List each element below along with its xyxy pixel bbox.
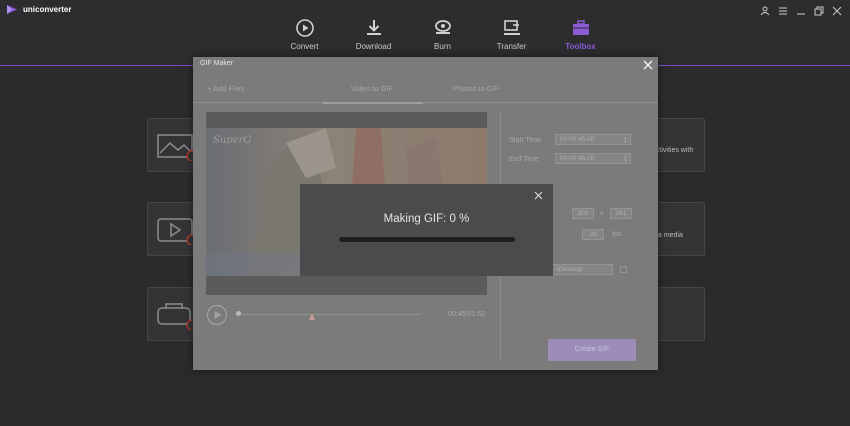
nav-convert-label: Convert [290, 42, 319, 51]
nav-transfer[interactable]: Transfer [477, 17, 546, 51]
fps-unit: fps [612, 231, 622, 238]
nav-toolbox[interactable]: Toolbox [546, 17, 615, 51]
app-name: uniconverter [23, 5, 72, 14]
download-icon [366, 20, 381, 35]
play-icon[interactable] [206, 304, 228, 326]
size-separator: x [600, 210, 604, 217]
card-text-right-mid: a media [658, 232, 683, 239]
nav-burn-label: Burn [434, 42, 451, 51]
nav-download[interactable]: Download [339, 17, 408, 51]
progress-close-icon[interactable] [534, 191, 543, 200]
video-icon [157, 218, 196, 245]
progress-bar [339, 237, 515, 242]
start-time-stepper-icon[interactable]: ▲ ▼ [623, 136, 628, 145]
vr-headset-icon [157, 303, 196, 330]
playback-controls: 00:45/01:52 [206, 303, 487, 327]
convert-icon [295, 19, 314, 37]
progress-modal: Making GIF: 0 % [300, 184, 553, 276]
nav-transfer-label: Transfer [496, 42, 527, 51]
end-time-label: End Time [509, 156, 539, 163]
end-time-value: 00:00:46.00 [560, 155, 595, 162]
dialog-title: GIF Maker [200, 60, 234, 67]
video-timecode: 00:45/01:52 [448, 311, 485, 318]
create-gif-button[interactable]: Create GIF [548, 339, 636, 361]
burn-icon [434, 20, 451, 34]
nav-toolbox-label: Toolbox [565, 42, 596, 51]
gif-height-value: 281 [615, 210, 627, 217]
start-time-label: Start Time [509, 137, 541, 144]
window-controls [760, 3, 842, 16]
seek-handle[interactable] [235, 311, 241, 316]
frame-rate-value: 29 [589, 231, 597, 238]
progress-title: Making GIF: 0 % [383, 213, 470, 225]
folder-icon[interactable] [620, 266, 627, 273]
output-path-field[interactable]: ~\Desktop [548, 264, 613, 275]
restore-icon[interactable] [814, 3, 824, 16]
toolbox-icon [572, 20, 589, 35]
minimize-icon[interactable] [796, 3, 806, 15]
active-tab-indicator [323, 102, 423, 104]
gif-height-input[interactable]: 281 [610, 208, 632, 219]
nav-download-label: Download [355, 42, 392, 51]
frame-rate-input[interactable]: 29 [582, 229, 604, 240]
end-time-input[interactable]: 00:00:46.00 ▲ ▼ [555, 153, 631, 164]
end-time-stepper-icon[interactable]: ▲ ▼ [623, 155, 628, 164]
video-watermark-logo: SuperG [213, 135, 252, 146]
close-icon[interactable] [642, 59, 654, 71]
tab-photos-to-gif[interactable]: Photos to GIF [453, 84, 499, 93]
menu-icon[interactable] [778, 3, 788, 15]
nav-convert[interactable]: Convert [270, 17, 339, 51]
transfer-icon [503, 20, 520, 35]
image-icon [157, 134, 196, 161]
gif-width-value: 300 [577, 210, 589, 217]
gif-width-input[interactable]: 300 [572, 208, 594, 219]
output-path-value: ~\Desktop [553, 266, 583, 273]
add-files-button[interactable]: + Add Files [207, 84, 244, 93]
app-logo: uniconverter [6, 4, 71, 15]
tab-video-to-gif[interactable]: Video to GIF [351, 84, 393, 93]
close-window-icon[interactable] [832, 3, 842, 16]
play-logo-icon [7, 5, 17, 14]
seek-track[interactable] [236, 314, 421, 315]
card-text-right-top: activities with [652, 147, 694, 154]
dialog-tabs: + Add Files Video to GIF Photos to GIF [193, 73, 658, 104]
nav-burn[interactable]: Burn [408, 17, 477, 51]
start-time-value: 00:00:45.00 [560, 136, 595, 143]
main-nav: Convert Download Burn Transfer Toolbox [270, 17, 615, 51]
clip-marker-icon[interactable] [308, 312, 316, 321]
start-time-input[interactable]: 00:00:45.00 ▲ ▼ [555, 134, 631, 145]
dialog-header: GIF Maker [193, 57, 658, 73]
account-icon[interactable] [760, 3, 770, 16]
